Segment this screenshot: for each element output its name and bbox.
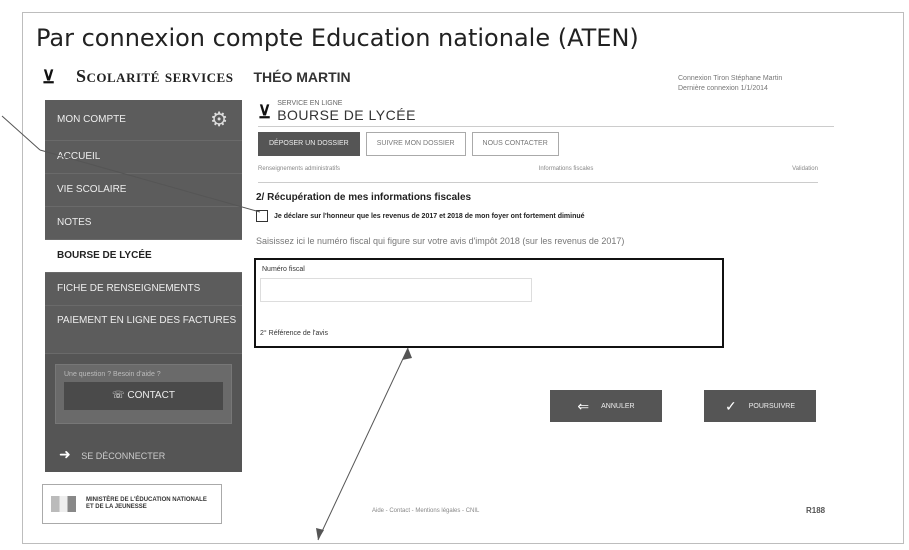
- arrowhead-down-icon: [316, 528, 324, 540]
- annotation-line-form: [317, 347, 409, 541]
- annotation-line-checkbox: [39, 149, 261, 213]
- annotation-line-sidebar: [1, 115, 41, 151]
- annotation-overlay: [1, 115, 412, 541]
